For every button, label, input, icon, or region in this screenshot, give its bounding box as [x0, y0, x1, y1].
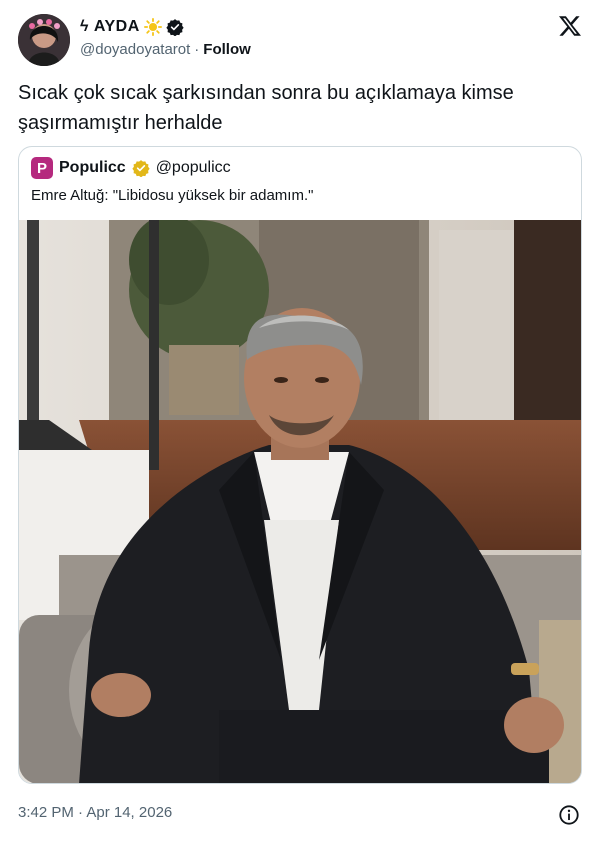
- author-name-row: ϟ AYDA: [80, 18, 184, 36]
- gold-verified-icon: [132, 160, 150, 177]
- follow-button[interactable]: Follow: [203, 41, 251, 58]
- populicc-logo: P: [31, 157, 53, 179]
- sun-icon: [143, 18, 162, 36]
- quoted-tweet-card[interactable]: P Populicc @populicc Emre Altuğ: "Libido…: [18, 146, 582, 784]
- verified-badge-icon: [166, 19, 184, 36]
- author-handle-row: @doyadoyatarot · Follow: [80, 41, 251, 58]
- author-handle[interactable]: @doyadoyatarot: [80, 41, 190, 58]
- quote-header: P Populicc @populicc: [31, 157, 231, 179]
- quote-text: Emre Altuğ: "Libidosu yüksek bir adamım.…: [31, 187, 314, 204]
- quote-author-name: Populicc: [59, 159, 126, 176]
- quote-photo[interactable]: [19, 220, 581, 783]
- tweet-header: ϟ AYDA @doyadoyatarot · Follow: [18, 14, 582, 66]
- tweet-text: Sıcak çok sıcak şarkısından sonra bu açı…: [18, 82, 514, 134]
- separator-dot: ·: [194, 41, 200, 58]
- tweet-timestamp[interactable]: 3:42 PM · Apr 14, 2026: [18, 804, 172, 821]
- info-icon[interactable]: [558, 804, 580, 826]
- author-avatar[interactable]: [18, 14, 70, 66]
- quote-author-handle: @populicc: [155, 159, 231, 176]
- x-logo-icon[interactable]: [558, 14, 582, 38]
- author-display-name[interactable]: ϟ AYDA: [80, 18, 140, 36]
